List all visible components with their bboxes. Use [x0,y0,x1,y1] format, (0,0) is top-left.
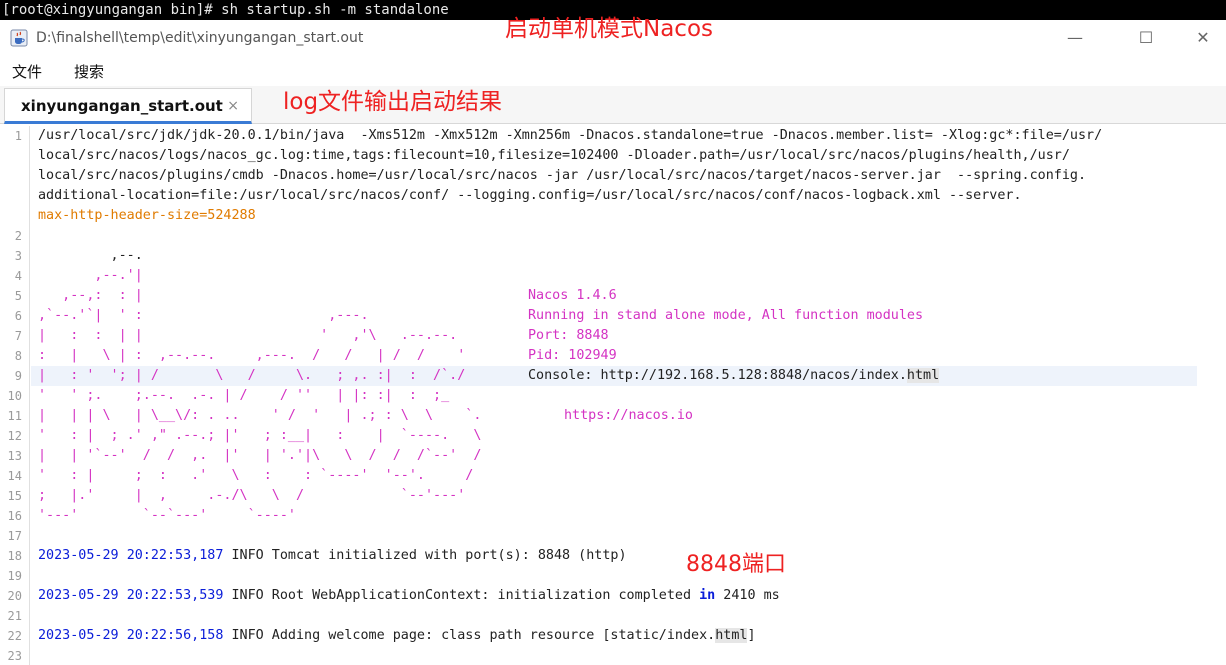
menu-search[interactable]: 搜索 [74,62,104,82]
ascii-line: ,`--.'`| ' : ,---. [38,308,369,323]
minimize-button[interactable]: — [1055,24,1095,50]
log-time: 20:22:53,187 [126,548,224,563]
log-time: 20:22:53,539 [126,588,224,603]
annotation-port: 8848端口 [686,552,786,577]
log-text: ] [747,628,756,643]
close-button[interactable]: ✕ [1183,24,1223,50]
log-text: INFO Tomcat initialized with port(s): 88… [223,548,627,563]
line-number: 21 [7,609,22,623]
line-number: 1 [14,129,22,143]
nacos-mode: Running in stand alone mode, All functio… [528,308,924,323]
nacos-pid: Pid: 102949 [528,348,617,363]
maximize-button[interactable]: ☐ [1126,24,1166,50]
line-number: 17 [7,529,22,543]
code-line-1c: local/src/nacos/plugins/cmdb -Dnacos.hom… [38,168,1087,183]
log-date: 2023-05-29 [38,628,119,643]
line-number: 12 [7,429,22,443]
ascii-line: ,--,: : | [38,288,143,303]
log-date: 2023-05-29 [38,548,119,563]
window-title: D:\finalshell\temp\edit\xinyungangan_sta… [36,30,364,46]
ascii-line: ; |.' | , .-./\ \ / `--'---' [38,488,466,503]
line-number: 13 [7,449,22,463]
tab-label: xinyungangan_start.out [21,97,223,115]
ascii-line: : | \ | : ,--.--. ,---. / / | / / ' [38,348,466,363]
maximize-icon: ☐ [1138,27,1154,47]
nacos-console: Console: http://192.168.5.128:8848/nacos… [528,366,940,386]
line-number: 2 [14,229,22,243]
annotation-log-output: log文件输出启动结果 [283,89,503,115]
terminal-command: [root@xingyungangan bin]# sh startup.sh … [2,2,449,18]
nacos-version: Nacos 1.4.6 [528,288,617,303]
tab-close-icon[interactable]: × [227,98,239,114]
ascii-line: ' : | ; .' ," .--.; |' ; :__| : | `----.… [38,428,482,443]
line-number: 16 [7,509,22,523]
line-number: 22 [7,629,22,643]
line-number: 6 [14,309,22,323]
line-number: 8 [14,349,22,363]
log-keyword: in [699,588,716,603]
line-number: 4 [14,269,22,283]
line-number: 20 [7,589,22,603]
line-number: 23 [7,649,22,663]
log-text: 2410 ms [715,588,780,603]
line-number: 9 [14,369,22,383]
ascii-line: | | '`--' / / ,. |' | '.'|\ \ / / /`--' … [38,448,482,463]
ascii-line: | | | \ | \__\/: . .. ' / ' | .; : \ \ `… [38,408,482,423]
editor-area[interactable]: 1 2 3 4 5 6 7 8 9 10 11 12 13 14 15 16 1… [0,126,1226,665]
line-number: 3 [14,249,22,263]
ascii-line: '---' `--`---' `----' [38,508,296,523]
java-cup-icon [10,29,28,47]
line-number: 14 [7,469,22,483]
log-text: INFO Adding welcome page: class path res… [223,628,716,643]
log-text: INFO Root WebApplicationContext: initial… [223,588,700,603]
code-line-1a: /usr/local/src/jdk/jdk-20.0.1/bin/java -… [38,128,1103,143]
annotation-start-standalone: 启动单机模式Nacos [505,16,713,42]
line-number: 19 [7,569,22,583]
log-line-20: 2023-05-29 20:22:53,539 INFO Root WebApp… [38,586,780,606]
nacos-site: https://nacos.io [564,408,693,423]
line-number: 5 [14,289,22,303]
console-ext: html [906,368,940,383]
ascii-line: | : : | | ' ,'\ .--.--. [38,328,458,343]
menu-file[interactable]: 文件 [12,62,42,82]
close-icon: ✕ [1196,27,1210,47]
log-line-18: 2023-05-29 20:22:53,187 INFO Tomcat init… [38,546,627,566]
ascii-line: | : ' '; | / \ / \. ; ,. :| : /`./ [38,368,466,383]
menu-bar [0,60,1226,86]
line-number: 15 [7,489,22,503]
line-number: 7 [14,329,22,343]
ascii-line: ,--.'| [38,268,143,283]
line-number: 11 [7,409,22,423]
ascii-line: ,--. [38,248,143,263]
log-date: 2023-05-29 [38,588,119,603]
minimize-icon: — [1067,27,1083,47]
code-line-1b: local/src/nacos/logs/nacos_gc.log:time,t… [38,148,1070,163]
ascii-line: ' : | ; : .' \ : : `----' '--'. / [38,468,474,483]
line-gutter: 1 2 3 4 5 6 7 8 9 10 11 12 13 14 15 16 1… [0,126,30,665]
line-number: 10 [7,389,22,403]
code-line-1e: max-http-header-size=524288 [38,208,256,223]
console-url: Console: http://192.168.5.128:8848/nacos… [528,368,907,383]
ascii-line: ' ' ;. ;.--. .-. | / / '' | |: :| : ;_ [38,388,450,403]
log-line-22: 2023-05-29 20:22:56,158 INFO Adding welc… [38,626,756,646]
code-line-1d: additional-location=file:/usr/local/src/… [38,188,1022,203]
line-number: 18 [7,549,22,563]
tab-file[interactable]: xinyungangan_start.out × [4,88,252,124]
log-ext: html [715,628,748,643]
log-time: 20:22:56,158 [126,628,224,643]
nacos-port: Port: 8848 [528,328,609,343]
